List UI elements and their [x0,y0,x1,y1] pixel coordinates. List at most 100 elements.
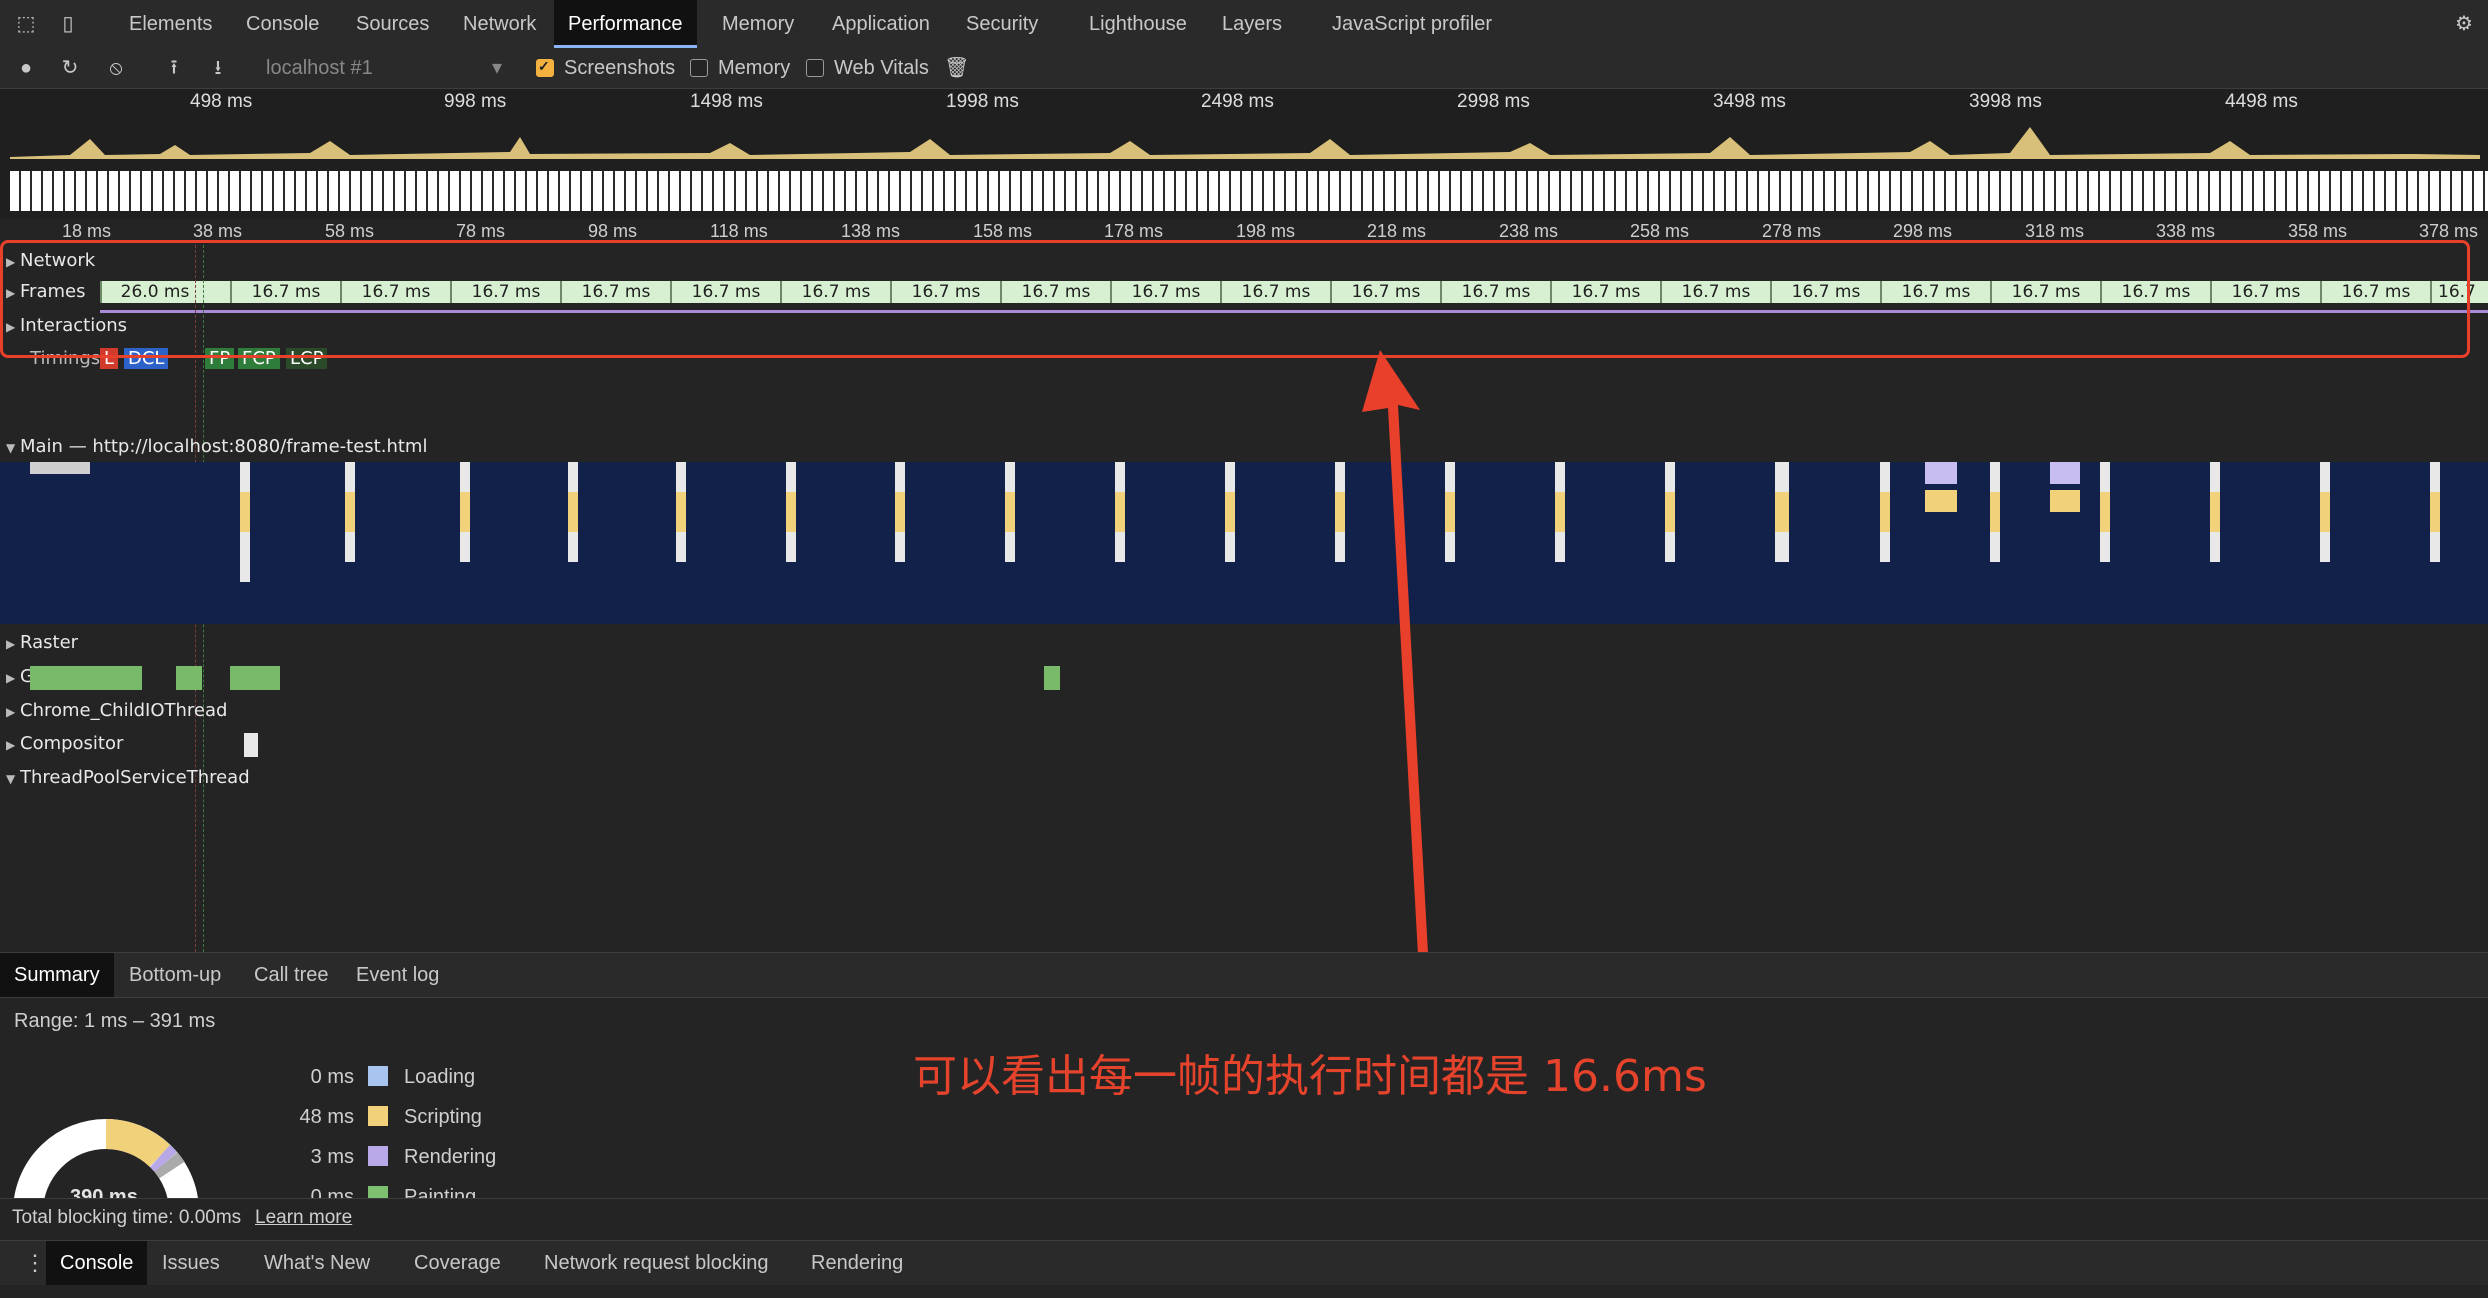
tick-label: 238 ms [1499,221,1559,241]
device-toolbar-icon[interactable]: ▯ [56,12,80,36]
record-icon[interactable]: ● [14,56,38,80]
overview-label: 1498 ms [690,91,763,112]
frames-overview-strip [10,171,2488,211]
clear-icon[interactable]: ⦸ [104,56,128,80]
summary-donut-chart [14,1119,198,1198]
legend-label: Loading [404,1066,476,1088]
memory-checkbox[interactable] [690,59,708,77]
overview-label: 998 ms [444,91,507,112]
legend-swatch-painting [368,1186,388,1198]
tick-label: 258 ms [1630,221,1690,241]
legend-value: 0 ms [310,1066,354,1088]
legend-swatch-loading [368,1066,388,1086]
track-compositor[interactable]: ▶ Compositor [0,733,2488,755]
details-tab-bar: Summary Bottom-up Call tree Event log [0,952,2488,998]
learn-more-link[interactable]: Learn more [255,1207,352,1229]
screenshots-checkbox[interactable] [536,58,554,77]
tab-security[interactable]: Security [952,0,1052,48]
gpu-task[interactable] [30,666,142,690]
performance-toolbar: ● ↻ ⦸ ⭱ ⭳ localhost #1 ▾ Screenshots Mem… [0,48,2488,89]
timeline-overview[interactable]: 498 ms 998 ms 1498 ms 1998 ms 2498 ms 29… [0,89,2488,219]
tab-javascript-profiler[interactable]: JavaScript profiler [1318,0,1506,48]
track-threadpoolservicethread[interactable]: ▼ ThreadPoolServiceThread [0,767,2488,789]
track-chrome-childiothread[interactable]: ▶ Chrome_ChildIOThread [0,700,2488,722]
drawer-tab-network-request-blocking[interactable]: Network request blocking [530,1241,783,1285]
web-vitals-checkbox[interactable] [806,59,824,77]
tab-bottom-up[interactable]: Bottom-up [115,953,235,997]
annotation-text: 可以看出每一帧的执行时间都是 16.6ms [913,1051,1707,1102]
summary-donut-wrap: 390 ms [0,1100,220,1198]
drawer-tab-whats-new[interactable]: What's New [250,1241,384,1285]
blocking-time: Total blocking time: 0.00ms [12,1207,242,1228]
drawer-tab-rendering[interactable]: Rendering [797,1241,917,1285]
track-main[interactable]: ▼ Main — http://localhost:8080/frame-test… [0,436,2488,458]
time-ruler: 18 ms 38 ms 58 ms 78 ms 98 ms 118 ms 138… [0,219,2488,241]
tick-label: 58 ms [325,221,375,241]
compositor-task[interactable] [244,733,258,757]
tab-elements[interactable]: Elements [115,0,226,48]
inspect-element-icon[interactable]: ⬚ [14,12,38,36]
tab-application[interactable]: Application [818,0,944,48]
expand-triangle-icon[interactable]: ▶ [0,705,20,719]
drawer-tab-issues[interactable]: Issues [148,1241,234,1285]
overview-label: 2498 ms [1201,91,1274,112]
tick-label: 198 ms [1236,221,1296,241]
legend-value: 48 ms [299,1106,354,1128]
overview-label: 3998 ms [1969,91,2042,112]
legend-label: Painting [404,1186,477,1198]
tab-layers[interactable]: Layers [1208,0,1296,48]
gpu-task[interactable] [1044,666,1060,690]
trash-icon[interactable]: 🗑 [944,56,969,80]
tab-performance[interactable]: Performance [554,0,697,48]
expand-triangle-icon[interactable]: ▶ [0,738,20,752]
expand-triangle-icon[interactable]: ▶ [0,637,20,651]
legend-value: 0 ms [310,1186,354,1198]
tick-label: 338 ms [2156,221,2216,241]
legend-swatch-rendering [368,1146,388,1166]
tick-label: 18 ms [62,221,112,241]
tab-memory[interactable]: Memory [708,0,808,48]
tab-sources[interactable]: Sources [342,0,443,48]
overview-label: 498 ms [190,91,253,112]
summary-range: Range: 1 ms – 391 ms [14,1010,216,1032]
drawer-tab-bar: ⋮ Console Issues What's New Coverage Net… [0,1240,2488,1285]
blocking-bar: Total blocking time: 0.00ms Learn more [0,1198,2488,1241]
web-vitals-label: Web Vitals [834,57,929,79]
reload-record-icon[interactable]: ↻ [58,56,82,80]
download-profile-icon[interactable]: ⭳ [206,56,230,80]
main-thread-flame-chart[interactable] [0,462,2488,624]
tab-summary[interactable]: Summary [0,953,114,997]
track-gpu[interactable]: ▶GPU [0,666,2488,688]
cpu-activity-chart [10,127,2480,159]
drawer-tab-console[interactable]: Console [46,1241,148,1285]
gpu-task[interactable] [176,666,202,690]
settings-gear-icon[interactable]: ⚙ [2452,12,2476,36]
donut-total: 390 ms [70,1186,138,1198]
track-raster[interactable]: ▶ Raster [0,632,2488,654]
overview-label: 4498 ms [2225,91,2298,112]
tab-network[interactable]: Network [449,0,550,48]
target-select[interactable]: localhost #1 [266,56,373,80]
collapse-triangle-icon[interactable]: ▼ [0,772,20,786]
tick-label: 278 ms [1762,221,1822,241]
devtools-tab-bar: ⬚ ▯ Elements Console Sources Network Per… [0,0,2488,49]
overview-label: 2998 ms [1457,91,1530,112]
overview-label: 1998 ms [946,91,1019,112]
tick-label: 178 ms [1104,221,1164,241]
tab-console[interactable]: Console [232,0,333,48]
upload-profile-icon[interactable]: ⭱ [162,56,186,80]
annotation-highlight-box [0,240,2470,358]
tab-lighthouse[interactable]: Lighthouse [1075,0,1201,48]
tab-call-tree[interactable]: Call tree [240,953,342,997]
screenshots-label: Screenshots [564,57,676,79]
tick-label: 138 ms [841,221,901,241]
legend-label: Scripting [404,1106,482,1128]
tab-event-log[interactable]: Event log [342,953,453,997]
overview-label: 3498 ms [1713,91,1786,112]
collapse-triangle-icon[interactable]: ▼ [0,441,20,455]
expand-triangle-icon[interactable]: ▶ [0,671,20,685]
drawer-tab-coverage[interactable]: Coverage [400,1241,515,1285]
gpu-task[interactable] [230,666,280,690]
tick-label: 38 ms [193,221,243,241]
tick-label: 118 ms [710,221,768,241]
